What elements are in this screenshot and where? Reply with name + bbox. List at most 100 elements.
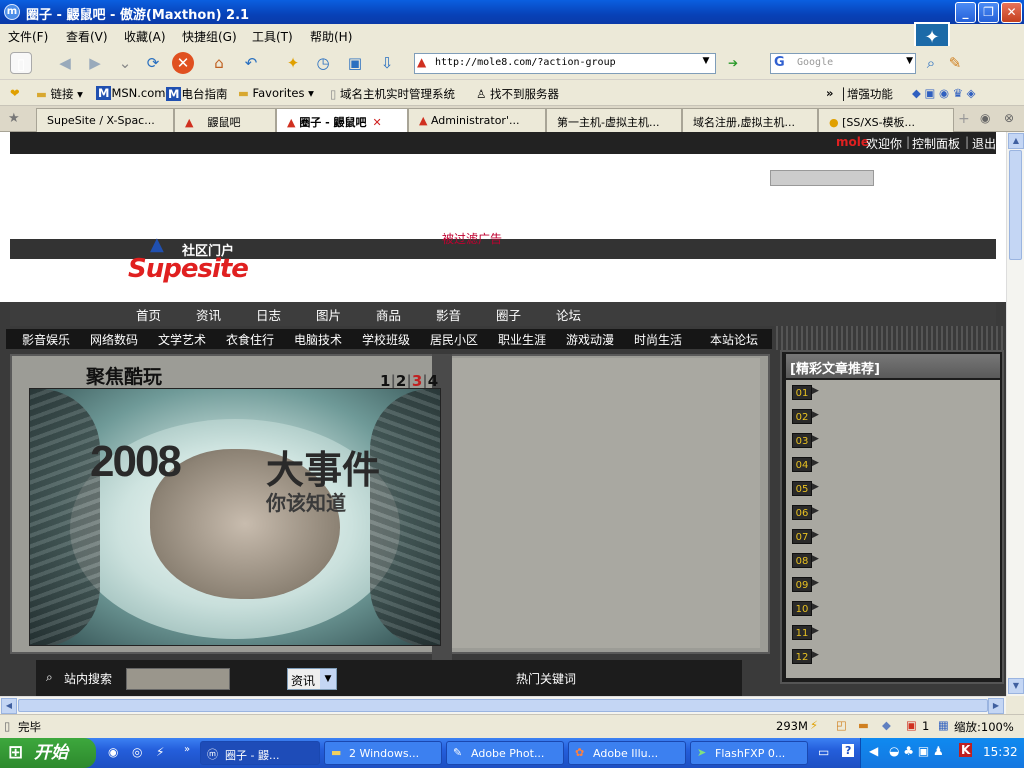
recommend-item[interactable]: 03 ▶: [792, 432, 992, 450]
task-maxthon[interactable]: ⓜ 圈子 - 鼹...: [200, 741, 320, 765]
back-icon[interactable]: ◀: [54, 52, 76, 74]
search-type-select[interactable]: 资讯 ▼: [287, 668, 337, 690]
start-button[interactable]: ⊞ 开始: [0, 738, 96, 768]
recommend-item[interactable]: 01 ▶: [792, 384, 992, 402]
forward-icon[interactable]: ▶: [84, 52, 106, 74]
recommend-item[interactable]: 10 ▶: [792, 600, 992, 618]
screen-capture-icon[interactable]: ▣: [344, 52, 366, 74]
tab-administrator[interactable]: ▲ Administrator'...: [408, 108, 546, 132]
cat-item[interactable]: 学校班级: [362, 331, 410, 348]
link-favorites[interactable]: ▬ Favorites ▾: [238, 86, 314, 100]
cat-item[interactable]: 网络数码: [90, 331, 138, 348]
nav-goods[interactable]: 商品: [376, 305, 401, 324]
close-tab-icon[interactable]: ✕: [373, 116, 382, 129]
zoom-icon[interactable]: ▦: [938, 718, 949, 732]
supesite-logo[interactable]: ▲ 社区门户 Supesite: [128, 234, 258, 286]
address-dropdown-icon[interactable]: ▼: [699, 56, 713, 71]
address-bar[interactable]: ▲ http://mole8.com/?action-group ▼: [414, 53, 716, 74]
recommend-item[interactable]: 11 ▶: [792, 624, 992, 642]
quicklaunch-icon[interactable]: ◎: [132, 745, 142, 759]
recommend-item[interactable]: 06 ▶: [792, 504, 992, 522]
cat-item[interactable]: 电脑技术: [294, 331, 342, 348]
maximize-button[interactable]: ❐: [978, 2, 999, 23]
minimize-button[interactable]: _: [955, 2, 976, 23]
download-icon[interactable]: ⇩: [376, 52, 398, 74]
control-panel-link[interactable]: 控制面板: [912, 135, 960, 152]
recommend-item[interactable]: 08 ▶: [792, 552, 992, 570]
stop-icon[interactable]: ✕: [172, 52, 194, 74]
scroll-down-icon[interactable]: ▼: [1008, 678, 1024, 694]
nav-home[interactable]: 首页: [136, 305, 161, 324]
recommend-item[interactable]: 07 ▶: [792, 528, 992, 546]
quicklaunch-icon[interactable]: ⚡: [156, 745, 164, 759]
task-photoshop[interactable]: ✎ Adobe Phot...: [446, 741, 564, 765]
link-msn[interactable]: M MSN.com: [96, 86, 166, 100]
menu-file[interactable]: 文件(F): [8, 28, 48, 45]
search-icon[interactable]: ⌕: [920, 52, 942, 74]
cat-item[interactable]: 游戏动漫: [566, 331, 614, 348]
lightning-icon[interactable]: ⚡: [810, 718, 818, 732]
cat-item[interactable]: 职业生涯: [498, 331, 546, 348]
quicklaunch-icon[interactable]: ◉: [108, 745, 118, 759]
go-icon[interactable]: ➔: [722, 52, 744, 74]
tab-supesite[interactable]: SupeSite / X-Spac...: [36, 108, 174, 132]
cat-item[interactable]: 衣食住行: [226, 331, 274, 348]
magic-wand-icon[interactable]: ✦: [282, 52, 304, 74]
nav-groups[interactable]: 圈子: [496, 305, 521, 324]
heart-icon[interactable]: ❤: [10, 86, 20, 100]
vertical-scrollbar[interactable]: ▲ ▼: [1006, 132, 1024, 696]
menu-groups[interactable]: 快捷组(G): [182, 28, 237, 45]
zoom-level[interactable]: 缩放:100%: [954, 719, 1014, 735]
tab-mole8[interactable]: ▲ 鼹鼠吧: [174, 108, 276, 132]
new-tab-icon[interactable]: +: [958, 111, 970, 127]
popup-blocker-icon[interactable]: ▣: [906, 718, 917, 732]
cat-item[interactable]: 居民小区: [430, 331, 478, 348]
links-folder[interactable]: ▬ 链接 ▾: [36, 86, 83, 102]
search-engine-dropdown-icon[interactable]: ▼: [906, 56, 913, 66]
recommend-item[interactable]: 12 ▶: [792, 648, 992, 666]
search-input[interactable]: Google: [797, 57, 833, 68]
logout-link[interactable]: 退出: [972, 135, 996, 152]
header-search-box[interactable]: [770, 170, 874, 186]
plugin-icons[interactable]: ◆ ▣ ◉ ♛ ◈: [912, 86, 976, 100]
menu-favorites[interactable]: 收藏(A): [124, 28, 166, 45]
menu-tools[interactable]: 工具(T): [252, 28, 293, 45]
horizontal-scroll-thumb[interactable]: [18, 699, 988, 712]
dropdown-icon[interactable]: ⌄: [114, 52, 136, 74]
tab-ss-template[interactable]: ● [SS/XS-模板...: [818, 108, 954, 132]
user-name[interactable]: mole: [836, 135, 869, 149]
recommend-item[interactable]: 02 ▶: [792, 408, 992, 426]
site-search-input[interactable]: [126, 668, 230, 690]
tab-first-host[interactable]: 第一主机-虚拟主机...: [546, 108, 682, 132]
close-all-icon[interactable]: ⊗: [1004, 111, 1014, 125]
help-icon[interactable]: ?: [842, 744, 855, 757]
tab-group-active[interactable]: ▲ 圈子 - 鼹鼠吧 ✕: [276, 108, 408, 133]
folder-icon[interactable]: ▬: [858, 718, 869, 732]
scroll-left-icon[interactable]: ◀: [1, 698, 17, 714]
link-domain-manager[interactable]: ▯ 域名主机实时管理系统: [330, 86, 455, 102]
cat-item[interactable]: 文学艺术: [158, 331, 206, 348]
nav-blog[interactable]: 日志: [256, 305, 281, 324]
recommend-item[interactable]: 04 ▶: [792, 456, 992, 474]
select-dropdown-icon[interactable]: ▼: [320, 669, 336, 689]
scroll-up-icon[interactable]: ▲: [1008, 133, 1024, 149]
kaspersky-icon[interactable]: K: [959, 743, 973, 757]
tab-domain-register[interactable]: 域名注册,虚拟主机...: [682, 108, 818, 132]
tab-menu-icon[interactable]: ◉: [980, 111, 990, 125]
home-icon[interactable]: ⌂: [208, 52, 230, 74]
cat-item[interactable]: 影音娱乐: [22, 331, 70, 348]
tray-icons[interactable]: ◒ ♣ ▣ ♟: [889, 744, 944, 758]
task-illustrator[interactable]: ✿ Adobe Illu...: [568, 741, 686, 765]
recommend-item[interactable]: 09 ▶: [792, 576, 992, 594]
banner-image[interactable]: 2008 大事件 你该知道: [29, 388, 441, 646]
proxy-icon[interactable]: ◰: [836, 718, 847, 732]
nav-video[interactable]: 影音: [436, 305, 461, 324]
search-box[interactable]: G Google ▼: [770, 53, 916, 74]
history-clock-icon[interactable]: ◷: [312, 52, 334, 74]
menu-view[interactable]: 查看(V): [66, 28, 108, 45]
quicklaunch-overflow-icon[interactable]: »: [184, 744, 190, 755]
vertical-scroll-thumb[interactable]: [1009, 150, 1022, 260]
enhance-features[interactable]: │增强功能: [840, 86, 893, 102]
scroll-right-icon[interactable]: ▶: [988, 698, 1004, 714]
eraser-icon[interactable]: ◆: [882, 718, 891, 732]
